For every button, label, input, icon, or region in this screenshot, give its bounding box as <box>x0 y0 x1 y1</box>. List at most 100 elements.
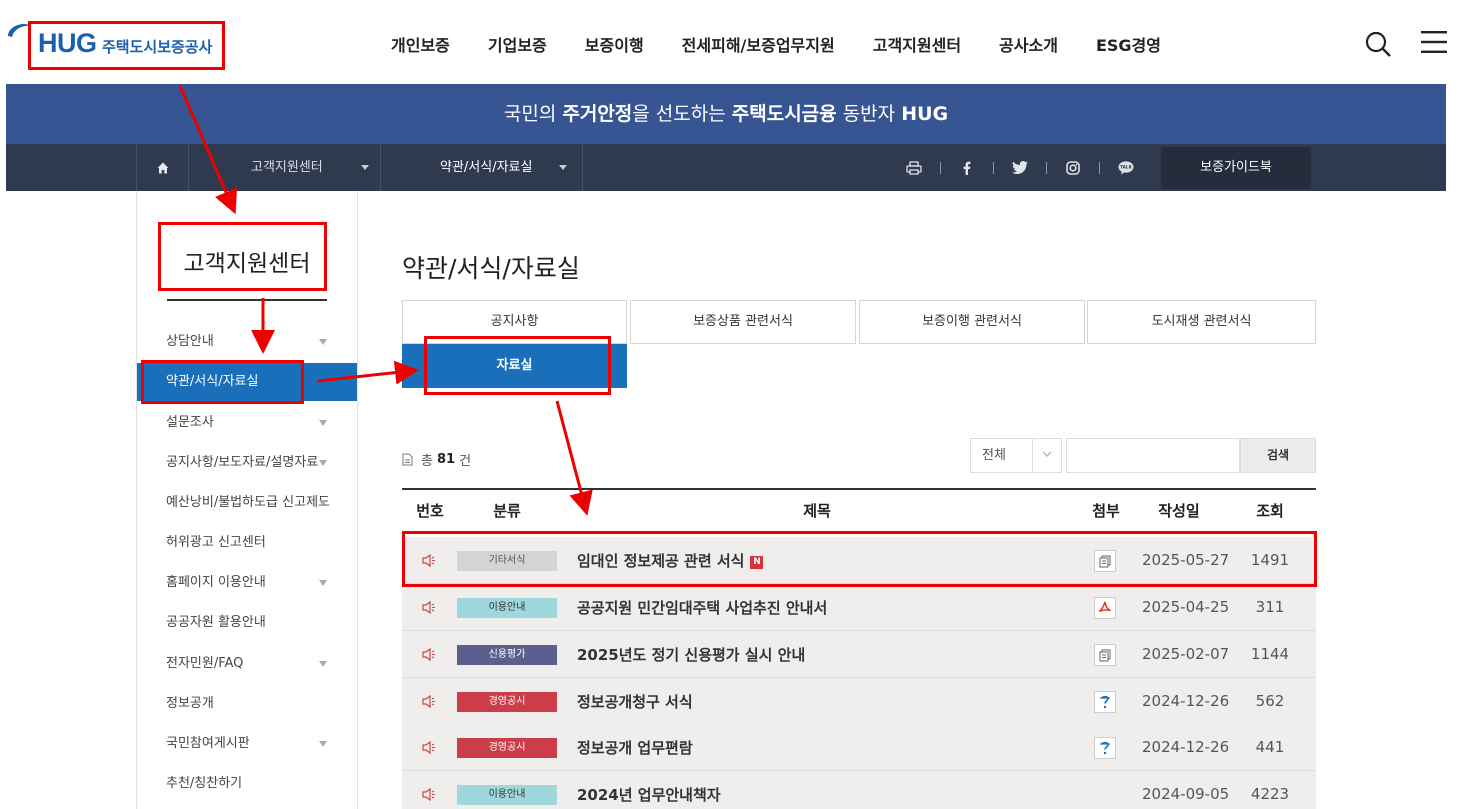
search-input[interactable] <box>1066 438 1240 473</box>
chevron-down-icon <box>1042 451 1052 457</box>
twitter-icon[interactable] <box>1008 158 1032 178</box>
row-title[interactable]: 공공지원 민간임대주택 사업추진 안내서 <box>577 597 827 618</box>
location-bar: 고객지원센터 약관/서식/자료실 TALK 보증가이드북 <box>6 144 1446 191</box>
table-row[interactable]: 신용평가 2025년도 정기 신용평가 실시 안내 2025-02-07 114… <box>402 631 1316 678</box>
chevron-down-icon <box>319 741 327 747</box>
facebook-icon[interactable] <box>955 158 979 178</box>
nav-jeonse-support[interactable]: 전세피해/보증업무지원 <box>682 32 835 56</box>
chevron-down-icon <box>319 420 327 426</box>
table-row[interactable]: 이용안내 2024년 업무안내책자 2024-09-05 4223 <box>402 771 1316 809</box>
column-header-attachment: 첨부 <box>1092 502 1120 520</box>
sidebar-item-compliment[interactable]: 추천/칭찬하기 <box>137 765 357 803</box>
breadcrumb-depth2-label: 약관/서식/자료실 <box>440 160 533 175</box>
sidebar-item-info-disclosure[interactable]: 정보공개 <box>137 685 357 723</box>
notice-speaker-icon <box>422 788 435 801</box>
page-title: 약관/서식/자료실 <box>402 254 580 283</box>
nav-esg[interactable]: ESG경영 <box>1096 32 1161 56</box>
search-category-select[interactable]: 전체 <box>970 438 1062 473</box>
sidebar-item-label: 예산낭비/불법하도급 신고제도 <box>166 495 330 510</box>
row-title[interactable]: 2024년 업무안내책자 <box>577 784 721 805</box>
chevron-down-icon <box>361 165 369 170</box>
divider <box>1099 161 1100 174</box>
nav-personal-guarantee[interactable]: 개인보증 <box>391 32 450 56</box>
file-icon[interactable] <box>1094 644 1116 666</box>
sidebar-item-label: 상담안내 <box>166 334 214 349</box>
row-views: 4223 <box>1250 785 1290 803</box>
row-date: 2024-12-26 <box>1142 692 1230 710</box>
row-title[interactable]: 정보공개청구 서식 <box>577 691 693 712</box>
category-badge: 이용안내 <box>457 598 557 618</box>
chevron-down-icon <box>319 339 327 345</box>
search-category-value: 전체 <box>982 448 1006 463</box>
divider <box>1046 161 1047 174</box>
search-button[interactable]: 검색 <box>1240 438 1316 473</box>
sidebar-item-counseling[interactable]: 상담안내 <box>137 323 357 361</box>
nav-customer-center[interactable]: 고객지원센터 <box>873 32 961 56</box>
divider <box>940 161 941 174</box>
home-icon <box>157 162 169 174</box>
hwp-icon[interactable] <box>1094 691 1116 713</box>
row-date: 2024-12-26 <box>1142 738 1230 756</box>
home-button[interactable] <box>136 144 189 191</box>
print-icon[interactable] <box>902 158 926 178</box>
row-title[interactable]: 정보공개 업무편람 <box>577 737 693 758</box>
slogan-text-3: 동반자 <box>836 103 902 125</box>
chevron-down-icon <box>319 661 327 667</box>
row-date: 2025-02-07 <box>1142 645 1230 663</box>
sidebar-item-public-board[interactable]: 국민참여게시판 <box>137 725 357 763</box>
chevron-down-icon <box>319 460 327 466</box>
slogan-text-1: 국민의 <box>503 103 563 125</box>
sidebar-item-label: 정보공개 <box>166 696 214 711</box>
table-header-line <box>402 488 1316 490</box>
breadcrumb-depth1-label: 고객지원센터 <box>251 160 323 175</box>
breadcrumb-depth2[interactable]: 약관/서식/자료실 <box>381 144 583 191</box>
notice-speaker-icon <box>422 601 435 614</box>
sidebar-item-public-resource[interactable]: 공공자원 활용안내 <box>137 604 357 642</box>
slogan-bold-3: HUG <box>901 103 949 125</box>
column-header-number: 번호 <box>416 502 444 520</box>
row-date: 2025-04-25 <box>1142 598 1230 616</box>
sidebar-item-label: 설문조사 <box>166 415 214 430</box>
category-badge: 경영공시 <box>457 738 557 758</box>
document-icon <box>402 453 413 466</box>
kakaotalk-icon[interactable]: TALK <box>1114 158 1138 178</box>
total-count: 총 81 건 <box>402 450 471 469</box>
slogan-banner: 국민의 주거안정을 선도하는 주택도시금융 동반자 HUG <box>6 84 1446 144</box>
nav-corporate-guarantee[interactable]: 기업보증 <box>488 32 547 56</box>
total-suffix: 건 <box>459 454 472 469</box>
total-prefix: 총 <box>421 454 433 469</box>
hwp-icon[interactable] <box>1094 737 1116 759</box>
annotation-box-archive-tab <box>424 336 611 395</box>
slogan-bold-1: 주거안정 <box>562 103 633 125</box>
annotation-box-sidebar-title <box>158 222 327 291</box>
guidebook-button[interactable]: 보증가이드북 <box>1161 147 1311 189</box>
breadcrumb-depth1[interactable]: 고객지원센터 <box>189 144 381 191</box>
nav-guarantee-performance[interactable]: 보증이행 <box>585 32 644 56</box>
chevron-down-icon <box>559 165 567 170</box>
sidebar-item-survey[interactable]: 설문조사 <box>137 404 357 442</box>
sidebar-item-civil-faq[interactable]: 전자민원/FAQ <box>137 645 357 683</box>
sidebar-item-budget-report[interactable]: 예산낭비/불법하도급 신고제도 <box>137 484 357 522</box>
annotation-box-sidebar-item <box>141 360 304 404</box>
table-row[interactable]: 이용안내 공공지원 민간임대주택 사업추진 안내서 2025-04-25 311 <box>402 584 1316 631</box>
nav-about[interactable]: 공사소개 <box>999 32 1058 56</box>
pdf-icon[interactable] <box>1094 597 1116 619</box>
column-header-views: 조회 <box>1256 502 1284 520</box>
sidebar-item-site-guide[interactable]: 홈페이지 이용안내 <box>137 564 357 602</box>
notice-speaker-icon <box>422 741 435 754</box>
sidebar-item-notices[interactable]: 공지사항/보도자료/설명자료 <box>137 444 357 482</box>
svg-text:TALK: TALK <box>1120 164 1132 169</box>
tab-performance-forms[interactable]: 보증이행 관련서식 <box>859 300 1085 344</box>
sidebar-item-false-ad[interactable]: 허위광고 신고센터 <box>137 524 357 562</box>
tab-urban-regen-forms[interactable]: 도시재생 관련서식 <box>1087 300 1316 344</box>
sidebar-border-right <box>357 191 358 809</box>
notice-speaker-icon <box>422 695 435 708</box>
search-icon[interactable] <box>1364 30 1392 58</box>
table-row[interactable]: 경영공시 정보공개 업무편람 2024-12-26 441 <box>402 724 1316 771</box>
row-title[interactable]: 2025년도 정기 신용평가 실시 안내 <box>577 644 805 665</box>
instagram-icon[interactable] <box>1061 158 1085 178</box>
table-row[interactable]: 경영공시 정보공개청구 서식 2024-12-26 562 <box>402 678 1316 725</box>
hamburger-menu-icon[interactable] <box>1420 30 1448 54</box>
tab-guarantee-forms[interactable]: 보증상품 관련서식 <box>630 300 856 344</box>
sidebar-item-label: 허위광고 신고센터 <box>166 535 266 550</box>
